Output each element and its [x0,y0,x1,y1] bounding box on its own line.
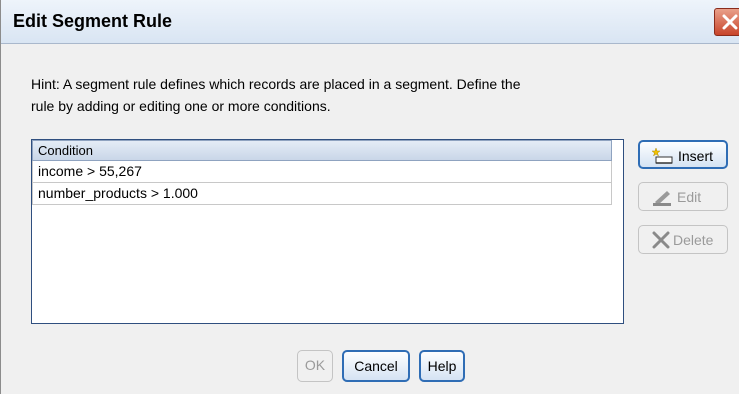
hint-line-2: rule by adding or editing one or more co… [31,98,331,114]
list-item[interactable]: number_products > 1.000 [32,183,612,205]
ok-button[interactable]: OK [297,350,333,382]
edit-button[interactable]: Edit [638,182,728,211]
hint-text: Hint: A segment rule defines which recor… [31,73,631,117]
hint-line-1: Hint: A segment rule defines which recor… [31,76,521,92]
edit-icon [653,191,671,206]
insert-button[interactable]: Insert [638,140,728,169]
conditions-list[interactable]: Condition income > 55,267 number_product… [31,139,624,324]
insert-button-label: Insert [678,148,714,164]
insert-icon [652,147,673,164]
condition-column-header[interactable]: Condition [32,140,612,161]
cancel-button[interactable]: Cancel [342,350,410,382]
edit-segment-rule-dialog: Edit Segment Rule Hint: A segment rule d… [0,0,739,394]
list-item[interactable]: income > 55,267 [32,161,612,183]
help-button[interactable]: Help [419,350,465,382]
delete-x-icon [652,231,670,249]
close-button[interactable] [714,8,739,36]
delete-button[interactable]: Delete [638,225,728,254]
dialog-title: Edit Segment Rule [13,11,173,31]
edit-button-label: Edit [677,189,702,205]
close-x-icon [722,14,738,30]
delete-button-label: Delete [673,232,714,248]
title-bar[interactable]: Edit Segment Rule [1,0,739,44]
